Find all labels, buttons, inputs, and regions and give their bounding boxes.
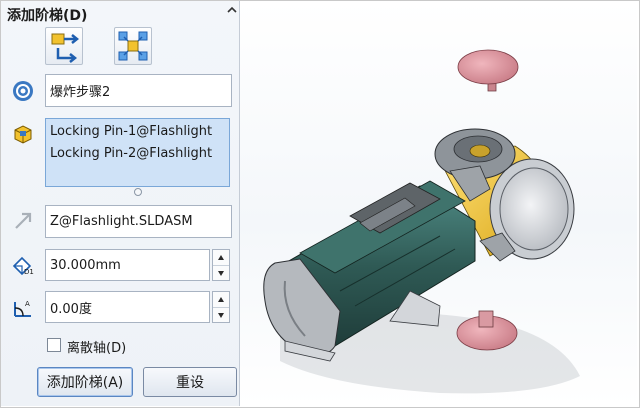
distance-stepper[interactable] (212, 249, 230, 281)
distance-decrement-button[interactable] (213, 266, 229, 281)
distance-icon: D1 (12, 256, 34, 276)
angle-input[interactable]: 0.00度 (45, 291, 210, 323)
graphics-viewport[interactable] (240, 1, 637, 406)
rotation-angle-icon: A (14, 300, 31, 317)
radial-step-icon[interactable] (114, 27, 152, 65)
svg-text:D1: D1 (24, 268, 34, 276)
angle-decrement-button[interactable] (213, 308, 229, 323)
svg-text:A: A (25, 300, 30, 308)
explode-step-icon (13, 81, 33, 101)
distance-increment-button[interactable] (213, 250, 229, 266)
chevron-up-icon[interactable] (227, 5, 237, 15)
angle-stepper[interactable] (212, 291, 230, 323)
list-item[interactable]: Locking Pin-2@Flashlight (50, 143, 225, 165)
flashlight-model-render (263, 49, 580, 394)
list-item[interactable]: Locking Pin-1@Flashlight (50, 121, 225, 143)
direction-reference-input[interactable]: Z@Flashlight.SLDASM (45, 205, 232, 238)
step-name-input[interactable]: 爆炸步骤2 (45, 74, 232, 107)
reset-button[interactable]: 重设 (143, 367, 237, 397)
locking-pin-top (457, 49, 519, 92)
angle-increment-button[interactable] (213, 292, 229, 308)
list-resize-handle[interactable] (134, 188, 142, 196)
add-step-button[interactable]: 添加阶梯(A) (37, 367, 133, 397)
component-icon (14, 125, 32, 144)
components-list[interactable]: Locking Pin-1@Flashlight Locking Pin-2@F… (45, 118, 230, 187)
distance-input[interactable]: 30.000mm (45, 249, 210, 281)
panel-title: 添加阶梯(D) (7, 8, 88, 24)
diverge-axis-label: 离散轴(D) (67, 341, 127, 356)
direction-arrow-icon (15, 212, 32, 229)
locking-pin-bottom (456, 310, 518, 351)
property-manager-panel: 添加阶梯(D) 爆炸步骤2 Locking Pin-1@Flashlight L… (1, 1, 240, 406)
regular-step-icon[interactable] (45, 27, 83, 65)
diverge-axis-checkbox[interactable] (47, 338, 61, 352)
